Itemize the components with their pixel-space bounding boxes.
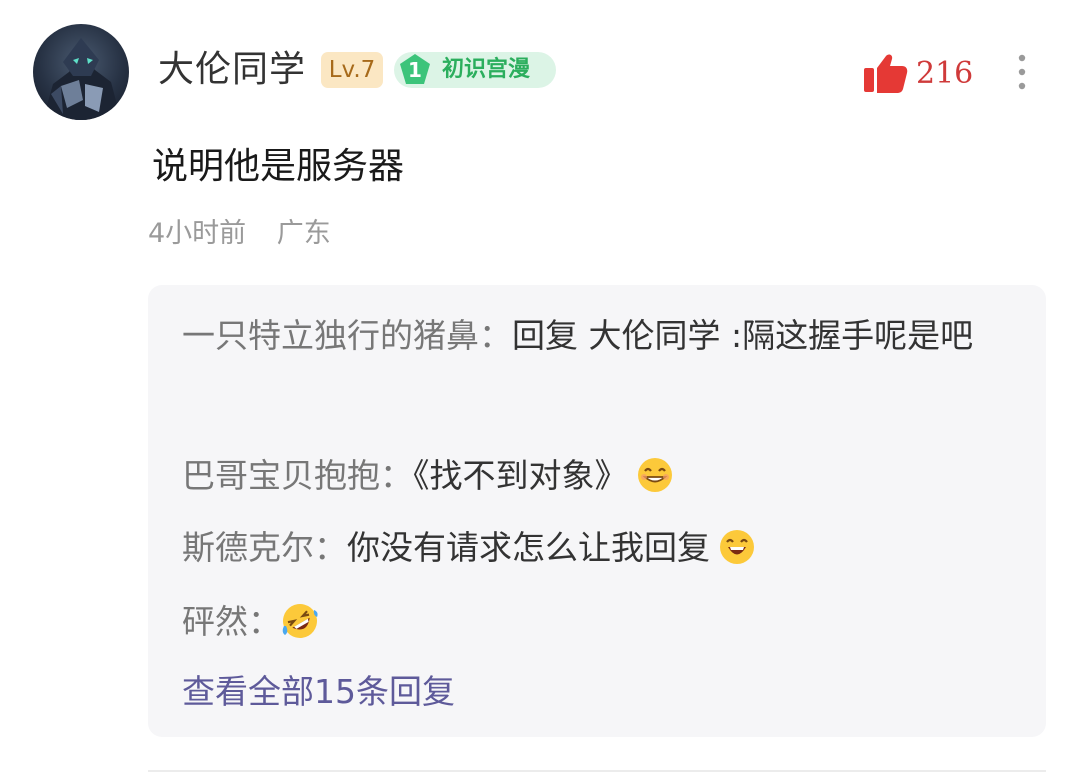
fan-level-number: 1 (408, 58, 422, 82)
comment-text: 说明他是服务器 (152, 146, 405, 187)
reply-item[interactable]: 巴哥宝贝抱抱：《找不到对象》 (182, 452, 1012, 500)
fan-title: 初识宫漫 (442, 57, 531, 82)
level-badge: Lv.7 (321, 52, 383, 88)
reply-author[interactable]: 砰然： (182, 602, 281, 641)
username[interactable]: 大伦同学 (158, 47, 306, 93)
user-avatar[interactable] (33, 24, 129, 120)
avatar-image (43, 38, 121, 120)
thumbs-up-icon[interactable] (862, 52, 908, 94)
reply-item[interactable]: 斯德克尔：你没有请求怎么让我回复 (182, 524, 1012, 572)
more-options-icon[interactable] (1008, 50, 1036, 94)
reply-text: 回复 大伦同学 :隔这握手呢是吧 (512, 316, 974, 355)
comment-time: 4小时前 (148, 218, 247, 249)
reply-text: 你没有请求怎么让我回复 (347, 528, 710, 567)
rofl-emoji-icon (282, 604, 318, 638)
grin-emoji-icon (637, 458, 672, 492)
comment-meta: 4小时前 广东 (148, 216, 353, 252)
divider (148, 770, 1046, 772)
view-all-replies-link[interactable]: 查看全部15条回复 (182, 668, 455, 716)
reply-author[interactable]: 一只特立独行的猪鼻： (182, 316, 512, 355)
laugh-emoji-icon (720, 530, 754, 564)
reply-author[interactable]: 巴哥宝贝抱抱： (182, 456, 413, 495)
reply-item[interactable]: 砰然： (182, 598, 1012, 646)
reply-text: 《找不到对象》 (413, 456, 628, 495)
like-count: 216 (916, 56, 974, 91)
comment-location: 广东 (276, 218, 331, 249)
reply-item[interactable]: 一只特立独行的猪鼻：回复 大伦同学 :隔这握手呢是吧 (182, 312, 1012, 360)
reply-author[interactable]: 斯德克尔： (182, 528, 347, 567)
